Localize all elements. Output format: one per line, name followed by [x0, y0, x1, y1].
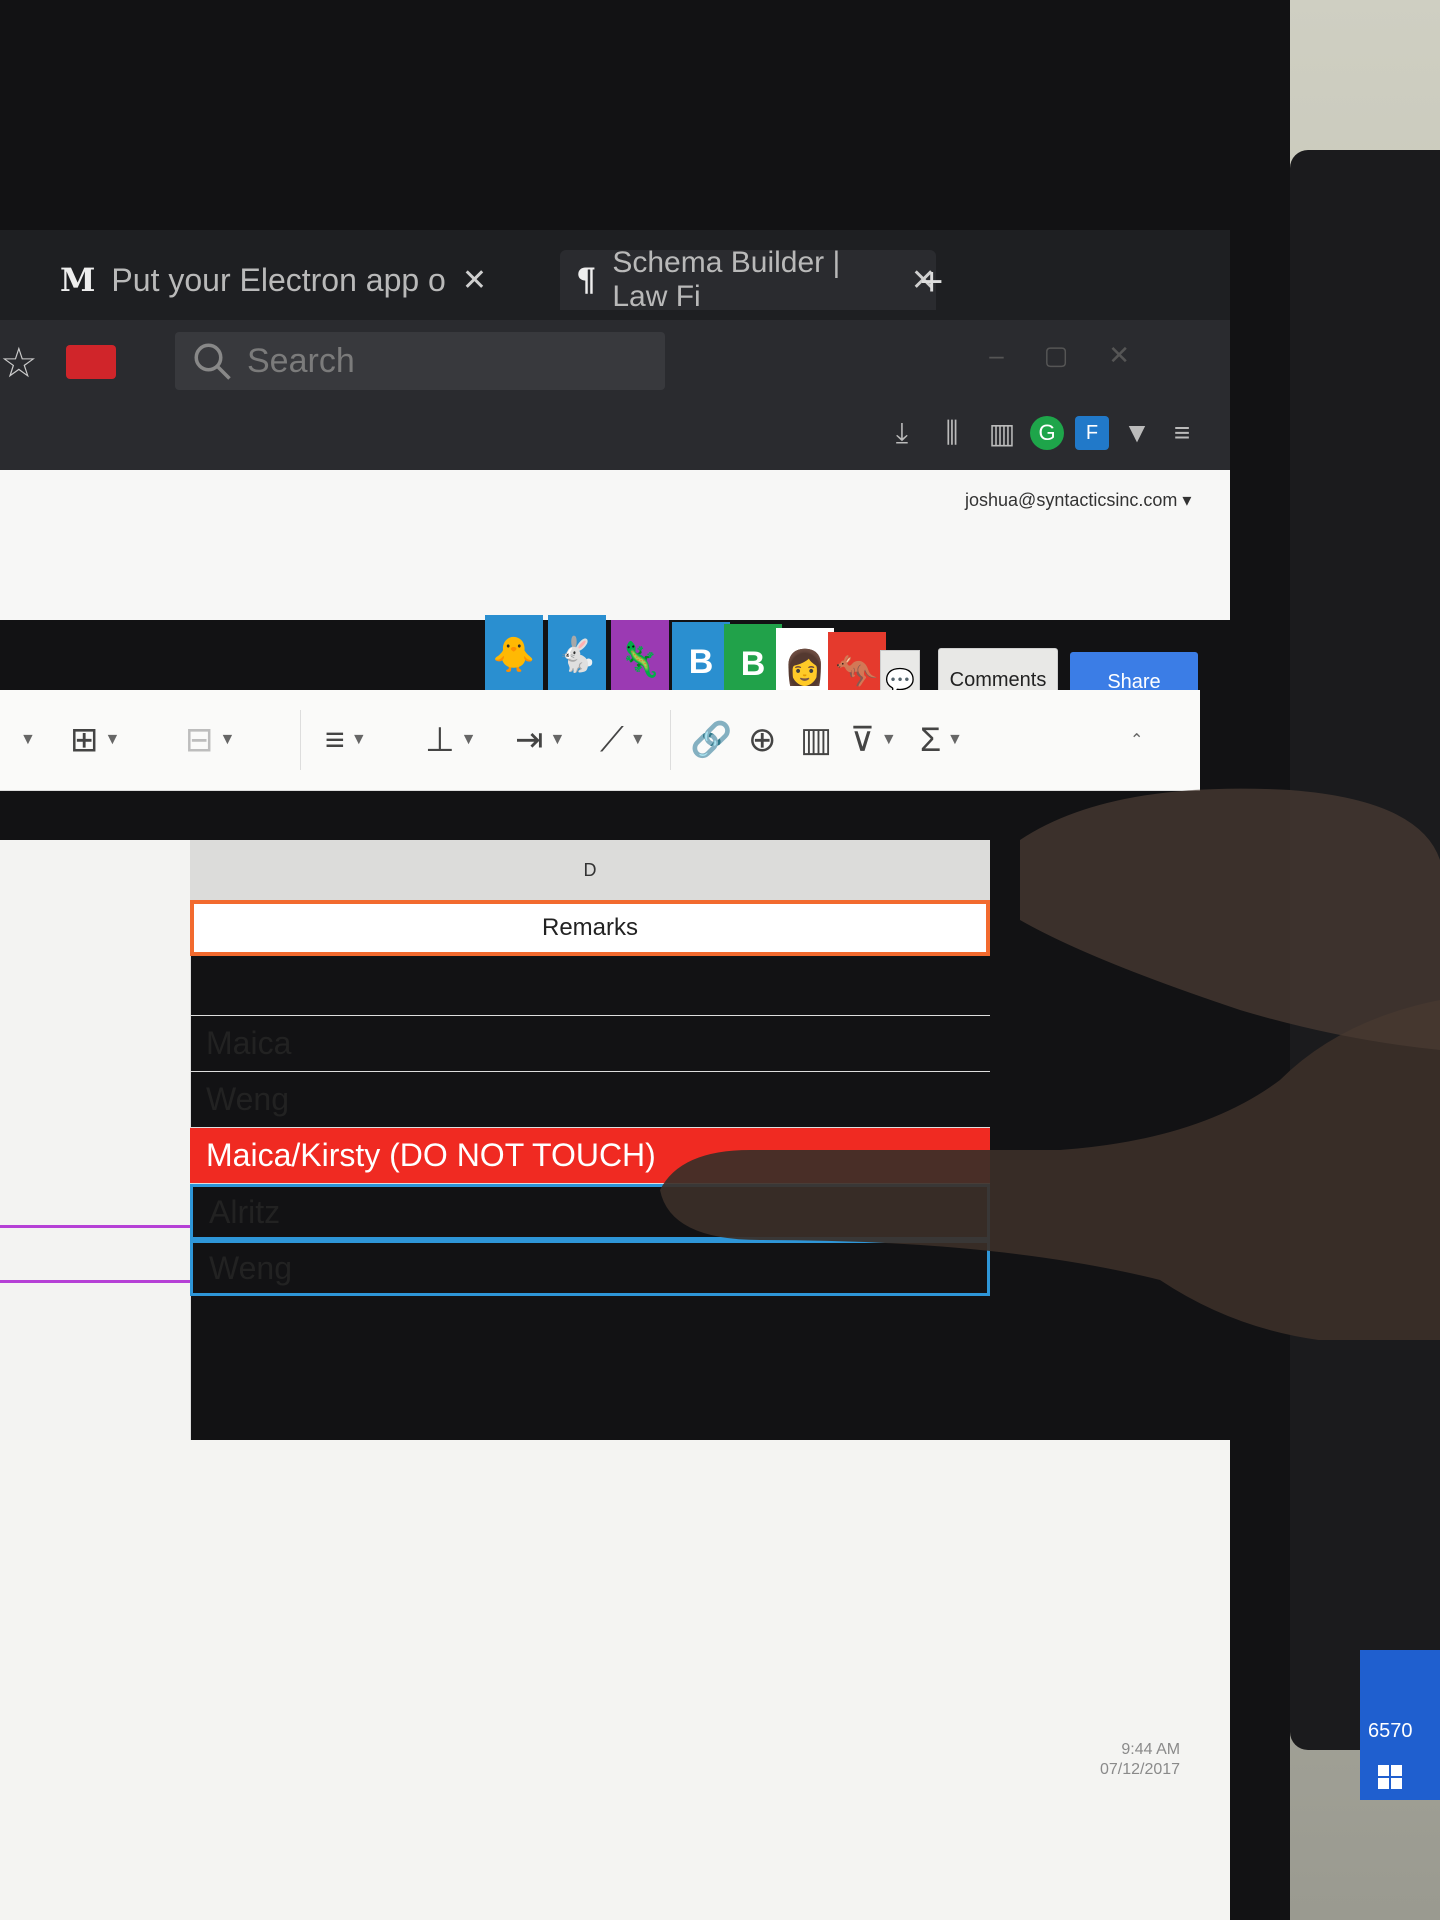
search-placeholder: Search [247, 341, 355, 380]
table-row[interactable] [190, 960, 990, 1016]
grammarly-icon[interactable]: G [1030, 416, 1064, 450]
extension-rabbit-icon[interactable]: 🐇 [548, 615, 606, 695]
library-icon[interactable]: ⫼ [935, 416, 969, 450]
browser-toolbar: ⤓ ⫼ ▥ G F ▼ ≡ [0, 400, 1230, 470]
clock-time: 9:44 AM [1121, 1741, 1181, 1758]
remarks-header-cell[interactable]: Remarks [190, 900, 990, 956]
menu-icon[interactable]: ≡ [1165, 416, 1199, 450]
windows-logo-icon[interactable] [1378, 1765, 1402, 1789]
schema-favicon-icon: ¶ [576, 261, 597, 299]
extension-lizard-icon[interactable]: 🦎 [611, 620, 669, 700]
taskbar-text: 6570 [1368, 1720, 1413, 1742]
column-c[interactable] [0, 840, 191, 1440]
taskbar-strip: 6570 [1360, 1650, 1440, 1800]
table-row[interactable]: Maica [190, 1016, 990, 1072]
medium-favicon-icon: M [60, 261, 96, 299]
functions-icon[interactable]: Σ ▼ [920, 715, 963, 765]
second-monitor: 6570 [1290, 150, 1440, 1800]
tab-label: Put your Electron app o [111, 261, 446, 298]
bookmark-star-icon[interactable]: ☆ [0, 338, 38, 387]
account-email[interactable]: joshua@syntacticsinc.com ▾ [965, 490, 1191, 511]
close-tab-icon[interactable]: ✕ [462, 263, 487, 298]
taskbar-clock: 9:44 AM 07/12/2017 [1100, 1740, 1180, 1780]
table-row[interactable]: Weng [190, 1072, 990, 1128]
search-icon [194, 343, 231, 380]
collapse-chevron-icon[interactable]: ⌃ [1130, 715, 1143, 765]
dropdown-arrow-icon[interactable]: ▼ [20, 715, 36, 765]
selection-line [0, 1225, 190, 1228]
comment-add-icon[interactable]: ⊕ [748, 715, 777, 765]
tab-label: Schema Builder | Law Fi [612, 246, 841, 313]
table-row-selected[interactable]: Alritz [190, 1184, 990, 1240]
text-rotate-icon[interactable]: ⟋ ▼ [600, 715, 646, 765]
browser-tab-bar: M Put your Electron app o ✕ ¶ Schema Bui… [0, 230, 1230, 320]
table-row-selected[interactable]: Weng [190, 1240, 990, 1296]
sheet-empty-area [0, 1440, 1230, 1920]
clock-date: 07/12/2017 [1100, 1761, 1181, 1778]
extension-duck-icon[interactable]: 🐥 [485, 615, 543, 695]
toolbar-divider [300, 710, 301, 770]
text-wrap-icon[interactable]: ⇥ ▼ [515, 715, 565, 765]
selection-line [0, 1280, 190, 1283]
tab-electron[interactable]: M Put your Electron app o ✕ [60, 250, 560, 310]
vue-devtools-icon[interactable]: ▼ [1120, 416, 1154, 450]
vertical-align-icon[interactable]: ⊥ ▼ [425, 715, 476, 765]
window-controls[interactable]: –▢✕ [989, 340, 1170, 371]
search-input[interactable]: Search [175, 332, 665, 390]
format-toolbar: ▼ ⊞ ▼ ⊟ ▼ ≡ ▼ ⊥ ▼ ⇥ ▼ ⟋ ▼ 🔗 ⊕ ▥ ⊽ ▼ Σ ▼ ⌃ [0, 690, 1200, 791]
toolbar-divider [670, 710, 671, 770]
link-icon[interactable]: 🔗 [690, 715, 732, 765]
borders-icon[interactable]: ⊞ ▼ [70, 715, 120, 765]
sidebar-icon[interactable]: ▥ [985, 416, 1019, 450]
chart-icon[interactable]: ▥ [800, 715, 832, 765]
extension-red-icon[interactable] [66, 345, 116, 379]
download-icon[interactable]: ⤓ [885, 416, 919, 450]
align-left-icon[interactable]: ≡ ▼ [325, 715, 367, 765]
table-row-highlighted[interactable]: Maica/Kirsty (DO NOT TOUCH) [190, 1128, 990, 1184]
merge-cells-icon[interactable]: ⊟ ▼ [185, 715, 235, 765]
tab-schema-builder[interactable]: ¶ Schema Builder | Law Fi ✕ [560, 246, 936, 313]
browser-navbar: ☆ Search –▢✕ [0, 320, 1230, 400]
filter-icon[interactable]: ⊽ ▼ [850, 715, 897, 765]
new-tab-button[interactable]: + [920, 260, 943, 305]
extension-blue-icon[interactable]: F [1075, 416, 1109, 450]
spreadsheet-grid: D Remarks Maica Weng Maica/Kirsty (DO NO… [0, 840, 1200, 1440]
column-header-d[interactable]: D [190, 840, 990, 901]
app-header: joshua@syntacticsinc.com ▾ [0, 470, 1230, 620]
